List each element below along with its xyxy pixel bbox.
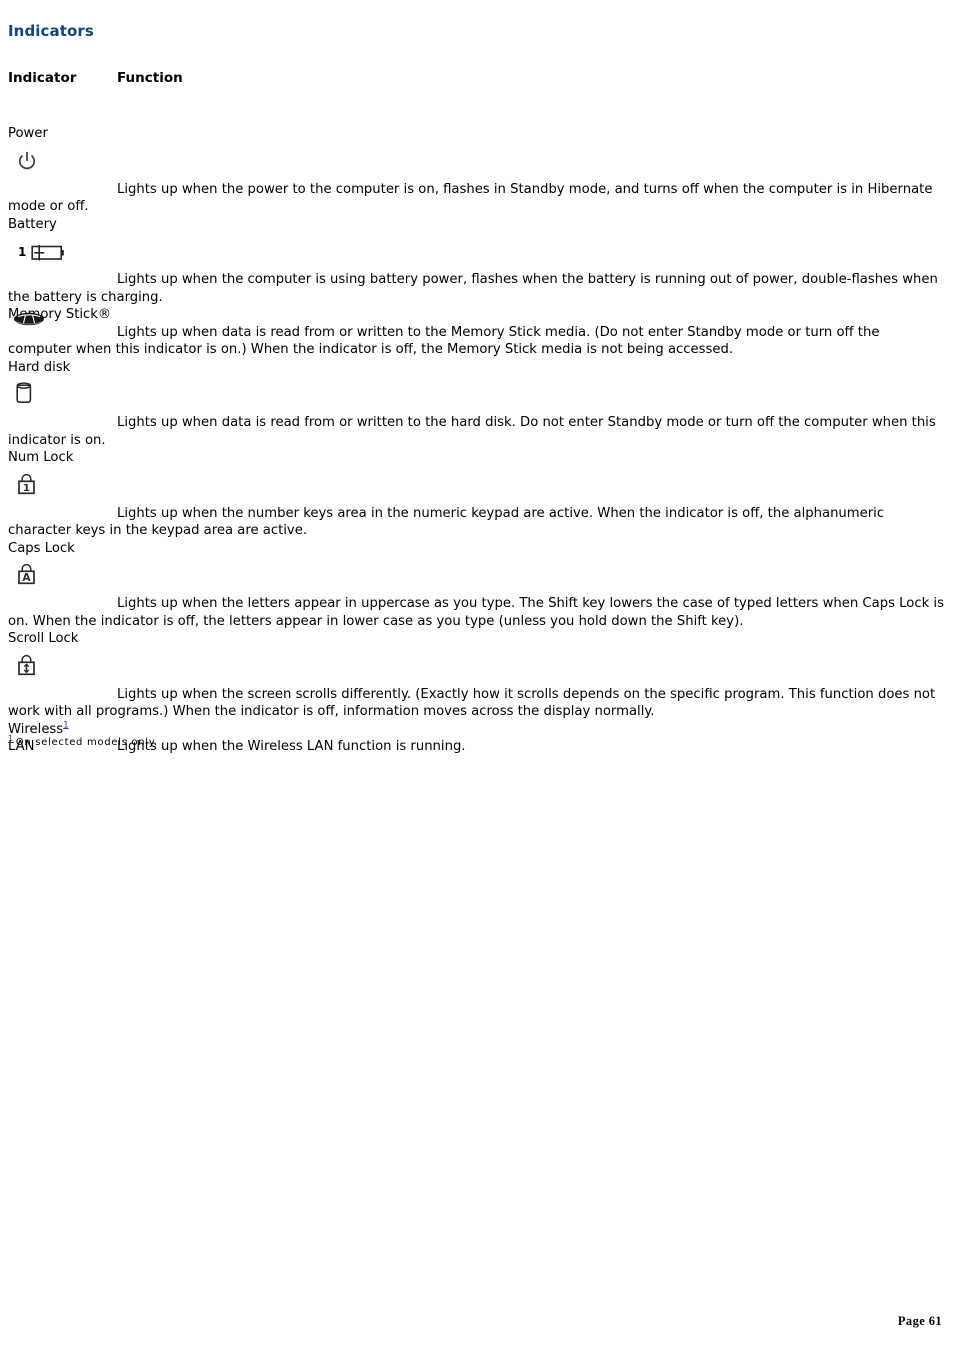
column-header-function: Function — [117, 70, 183, 86]
svg-text:1: 1 — [23, 482, 30, 493]
row-icon-caps-lock: A — [8, 557, 946, 595]
footnote-marker[interactable]: 1 — [8, 734, 14, 743]
footnote-text: On selected models only. — [15, 737, 158, 748]
battery-icon-prefix: 1 — [18, 245, 27, 259]
row-description-caps-lock: Lights up when the letters appear in upp… — [8, 596, 944, 629]
row-label-wireless-text: Wireless — [8, 721, 64, 737]
row-label-power: Power — [8, 126, 48, 141]
row-description-battery: Lights up when the computer is using bat… — [8, 272, 938, 305]
page-number: Page 61 — [897, 1314, 942, 1328]
num-lock-icon: 1 — [16, 472, 38, 498]
svg-text:A: A — [22, 572, 31, 584]
battery-icon — [31, 242, 65, 262]
caps-lock-icon: A — [16, 562, 38, 588]
row-label-caps-lock: Caps Lock — [8, 540, 75, 556]
footnote: 1 On selected models only. — [8, 734, 158, 748]
scroll-lock-icon — [16, 653, 38, 679]
row-description-num-lock: Lights up when the number keys area in t… — [8, 505, 885, 539]
row-description-memory-stick: Lights up when data is read from or writ… — [8, 324, 880, 358]
row-label-num-lock: Num Lock — [8, 450, 74, 465]
hard-disk-icon — [14, 381, 34, 407]
row-label-scroll-lock: Scroll Lock — [8, 631, 79, 646]
row-label-hard-disk: Hard disk — [8, 359, 71, 375]
row-icon-hard-disk — [8, 376, 946, 414]
row-icon-battery: 1 — [8, 233, 946, 271]
column-header-indicator: Indicator — [8, 70, 77, 86]
row-description-hard-disk: Lights up when data is read from or writ… — [8, 415, 936, 448]
row-icon-num-lock: 1 — [8, 467, 946, 505]
table-column-headers: Indicator Function — [8, 70, 183, 86]
footnote-ref-wireless[interactable]: 1 — [63, 720, 68, 730]
row-description-wireless: Lights up when the Wireless LAN function… — [117, 739, 466, 754]
row-icon-scroll-lock — [8, 648, 946, 686]
page-title: Indicators — [8, 22, 94, 40]
row-label-wireless: Wireless1 — [8, 721, 946, 739]
row-label-battery: Battery — [8, 216, 57, 232]
row-description-power: Lights up when the power to the computer… — [8, 181, 933, 215]
indicator-table-body: Power Lights up when the power to the co… — [8, 125, 946, 756]
memory-stick-icon — [12, 310, 46, 328]
document-page: Indicators Indicator Function Power Light… — [0, 0, 954, 1351]
power-icon — [16, 150, 38, 172]
row-label-memory-stick: Memory Stick® — [8, 307, 112, 322]
row-icon-power — [8, 143, 946, 181]
row-description-scroll-lock: Lights up when the screen scrolls differ… — [8, 686, 936, 720]
